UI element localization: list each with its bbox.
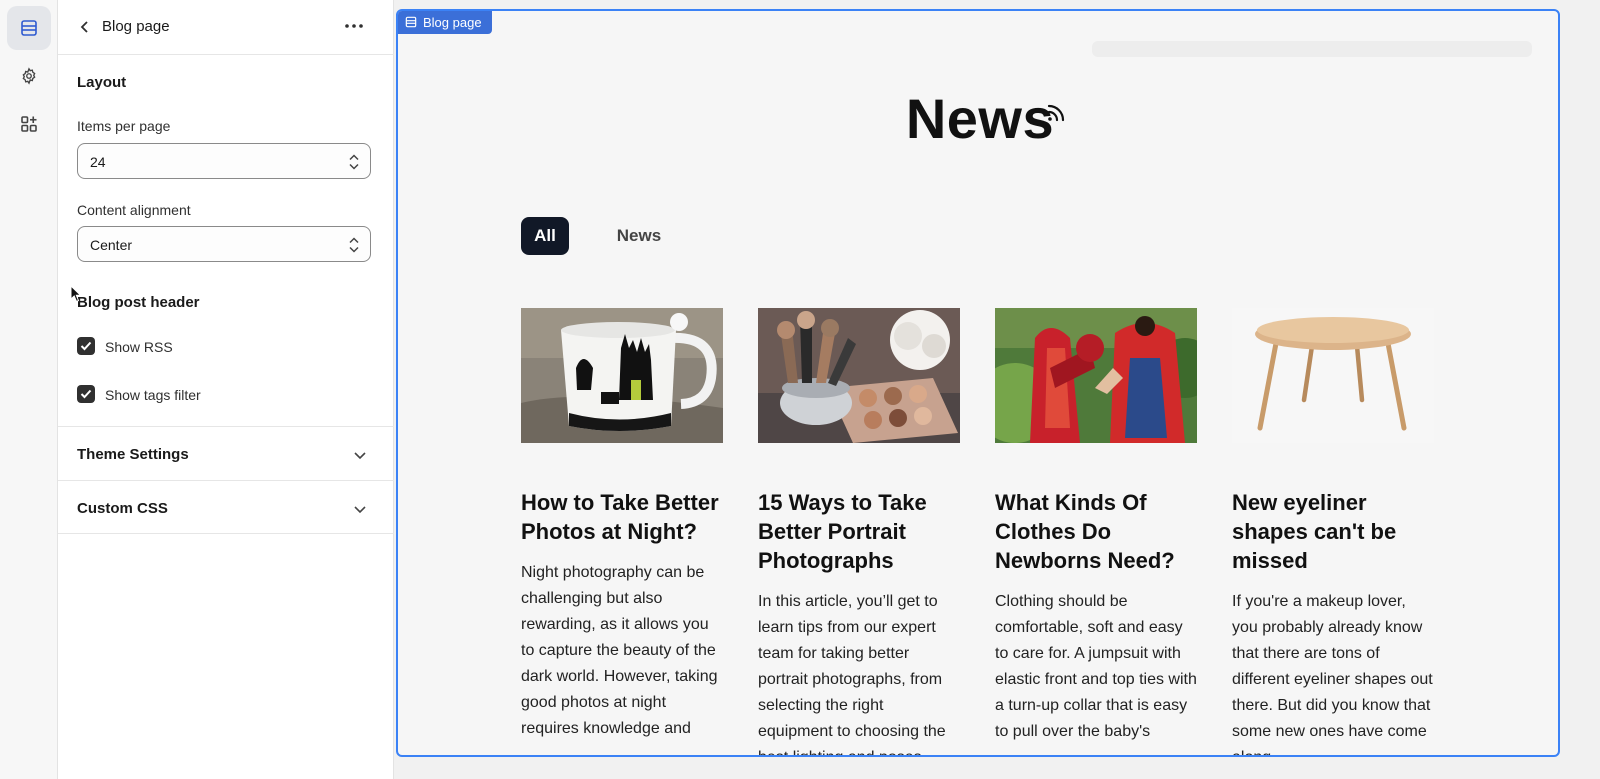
chevron-left-icon bbox=[80, 21, 88, 33]
chevron-down-icon bbox=[354, 452, 366, 460]
theme-settings-label: Theme Settings bbox=[77, 446, 189, 463]
section-tag-label: Blog page bbox=[423, 14, 482, 30]
sections-icon bbox=[21, 20, 37, 36]
blog-card-title[interactable]: What Kinds Of Clothes Do Newborns Need? bbox=[995, 488, 1197, 575]
blog-card-title[interactable]: How to Take Better Photos at Night? bbox=[521, 488, 723, 546]
items-per-page-select[interactable]: 24 bbox=[77, 143, 371, 179]
ellipsis-icon bbox=[345, 24, 363, 28]
content-alignment-select[interactable]: Center bbox=[77, 226, 371, 262]
sections-icon bbox=[405, 16, 417, 28]
blog-card-title[interactable]: New eyeliner shapes can't be missed bbox=[1232, 488, 1434, 575]
theme-settings-accordion[interactable]: Theme Settings bbox=[58, 427, 394, 480]
makeup-brushes-image bbox=[758, 308, 960, 443]
items-per-page-label: Items per page bbox=[77, 118, 171, 134]
items-per-page-value: 24 bbox=[90, 154, 106, 170]
icon-rail bbox=[0, 0, 58, 779]
tag-filter-news[interactable]: News bbox=[604, 217, 674, 255]
settings-rail-button[interactable] bbox=[7, 54, 51, 98]
select-arrows-icon bbox=[349, 237, 359, 253]
custom-css-label: Custom CSS bbox=[77, 500, 168, 517]
chevron-down-icon bbox=[354, 506, 366, 514]
blog-post-header-heading: Blog post header bbox=[77, 294, 200, 311]
show-tags-filter-checkbox[interactable] bbox=[77, 385, 95, 403]
blog-card-image[interactable] bbox=[1232, 308, 1434, 443]
blog-card-image[interactable] bbox=[521, 308, 723, 443]
halloween-mug-image bbox=[521, 308, 723, 443]
apps-rail-button[interactable] bbox=[7, 102, 51, 146]
sections-rail-button[interactable] bbox=[7, 6, 51, 50]
header-placeholder bbox=[1092, 41, 1532, 57]
show-rss-label: Show RSS bbox=[105, 339, 173, 355]
blog-card[interactable]: How to Take Better Photos at Night? Nigh… bbox=[521, 308, 723, 742]
tag-filter-all[interactable]: All bbox=[521, 217, 569, 255]
custom-css-accordion[interactable]: Custom CSS bbox=[58, 481, 394, 534]
panel-title: Blog page bbox=[102, 18, 170, 35]
show-rss-checkbox[interactable] bbox=[77, 337, 95, 355]
layout-heading: Layout bbox=[77, 74, 127, 91]
blog-card-excerpt: Clothing should be comfortable, soft and… bbox=[995, 593, 1197, 740]
selected-section-tag[interactable]: Blog page bbox=[398, 11, 492, 34]
panel-header: Blog page bbox=[58, 0, 394, 55]
divider bbox=[58, 533, 394, 534]
select-arrows-icon bbox=[349, 154, 359, 170]
blog-card-image[interactable] bbox=[758, 308, 960, 443]
gear-icon bbox=[22, 67, 36, 85]
blog-card-excerpt: Night photography can be challenging but… bbox=[521, 564, 718, 737]
blog-card[interactable]: What Kinds Of Clothes Do Newborns Need? … bbox=[995, 308, 1197, 745]
content-alignment-label: Content alignment bbox=[77, 202, 191, 218]
blog-card[interactable]: 15 Ways to Take Better Portrait Photogra… bbox=[758, 308, 960, 755]
wooden-table-image bbox=[1232, 308, 1434, 443]
rss-icon[interactable] bbox=[1044, 101, 1068, 125]
show-tags-filter-label: Show tags filter bbox=[105, 387, 201, 403]
check-icon bbox=[80, 341, 92, 351]
blog-card-excerpt: If you're a makeup lover, you probably a… bbox=[1232, 593, 1433, 755]
traditional-clothes-image bbox=[995, 308, 1197, 443]
apps-icon bbox=[21, 116, 37, 132]
blog-card-excerpt: In this article, you’ll get to learn tip… bbox=[758, 593, 946, 755]
back-button[interactable] bbox=[74, 16, 96, 38]
content-alignment-value: Center bbox=[90, 237, 133, 253]
preview-canvas[interactable]: Blog page News All News How to Take Bett… bbox=[396, 9, 1560, 757]
more-actions-button[interactable] bbox=[340, 14, 368, 38]
check-icon bbox=[80, 389, 92, 399]
page-title: News bbox=[398, 86, 1558, 151]
blog-card[interactable]: New eyeliner shapes can't be missed If y… bbox=[1232, 308, 1434, 755]
mouse-cursor-icon bbox=[70, 285, 82, 303]
blog-card-image[interactable] bbox=[995, 308, 1197, 443]
settings-panel: Blog page Layout Items per page 24 Conte… bbox=[58, 0, 394, 779]
page-title-text: News bbox=[905, 87, 1055, 150]
blog-card-title[interactable]: 15 Ways to Take Better Portrait Photogra… bbox=[758, 488, 960, 575]
